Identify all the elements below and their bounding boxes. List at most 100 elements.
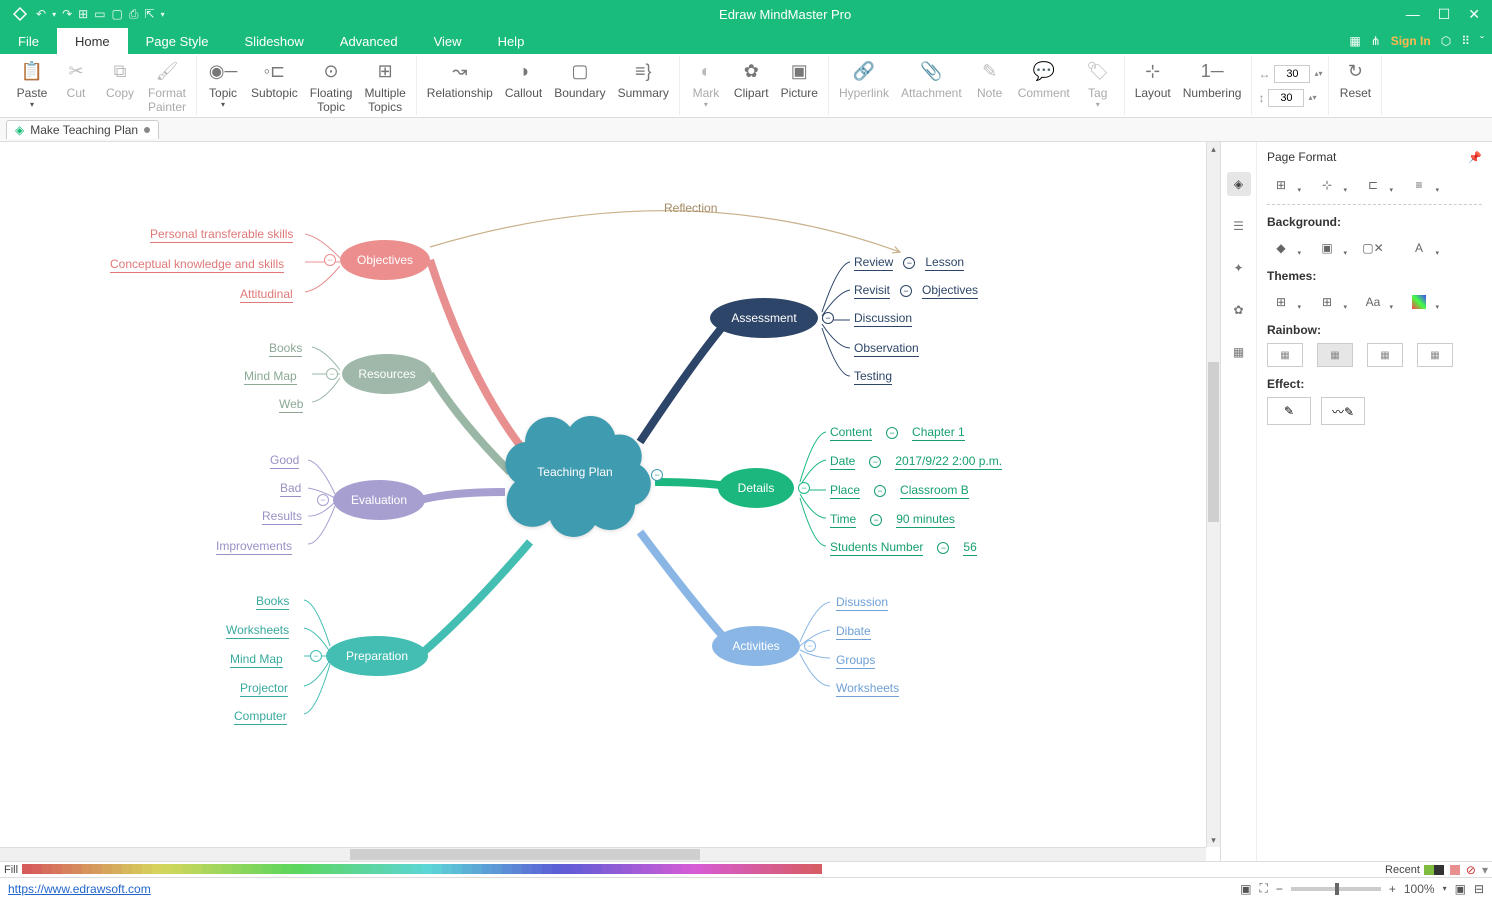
rainbow-1[interactable]: ▦ [1267,343,1303,367]
view-mode-1-icon[interactable]: ▣ [1455,882,1466,896]
zoom-pct[interactable]: 100% [1404,882,1435,896]
recent-color-1[interactable] [1424,865,1434,875]
preparation-child-1[interactable]: Worksheets [222,620,293,641]
minimize-icon[interactable]: — [1406,6,1420,23]
color-swatch[interactable] [172,864,182,874]
tab-help[interactable]: Help [480,28,543,54]
horizontal-scrollbar[interactable] [0,847,1206,861]
undo-dd-icon[interactable]: ▾ [52,10,56,19]
resources-child-2[interactable]: Web [275,394,307,415]
resources-child-1[interactable]: Mind Map [240,366,301,387]
rainbow-3[interactable]: ▦ [1367,343,1403,367]
color-swatch[interactable] [52,864,62,874]
vscroll-thumb[interactable] [1208,362,1219,522]
color-swatch[interactable] [492,864,502,874]
node-objectives[interactable]: Objectives [340,240,430,280]
color-swatch[interactable] [42,864,52,874]
pin-icon[interactable]: 📌 [1468,151,1482,164]
bg-fill[interactable]: ◆▾ [1267,237,1295,259]
color-swatch[interactable] [152,864,162,874]
node-details[interactable]: Details [718,468,794,508]
activities-child-1[interactable]: Dibate [832,621,875,642]
spacing-v-input[interactable] [1268,89,1304,107]
color-swatch[interactable] [702,864,712,874]
color-swatch[interactable] [402,864,412,874]
color-swatch[interactable] [102,864,112,874]
theme-font[interactable]: Aa▾ [1359,291,1387,313]
evaluation-child-1[interactable]: Bad [276,478,305,499]
view-mode-2-icon[interactable]: ⊟ [1474,882,1484,896]
rainbow-4[interactable]: ▦ [1417,343,1453,367]
grid-icon[interactable]: ⠿ [1461,34,1470,48]
color-swatch[interactable] [462,864,472,874]
color-swatch[interactable] [442,864,452,874]
color-swatch[interactable] [572,864,582,874]
color-swatch[interactable] [302,864,312,874]
color-swatch[interactable] [22,864,32,874]
color-swatch[interactable] [162,864,172,874]
preparation-child-4[interactable]: Computer [230,706,291,727]
layout-opt-4[interactable]: ≡▾ [1405,174,1433,196]
redo-icon[interactable]: ↷ [62,7,72,21]
color-swatch[interactable] [512,864,522,874]
color-swatch[interactable] [382,864,392,874]
layout-opt-2[interactable]: ⊹▾ [1313,174,1341,196]
color-swatch[interactable] [272,864,282,874]
comment-button[interactable]: 💬Comment [1014,58,1074,102]
node-resources[interactable]: Resources [342,354,432,394]
color-swatch[interactable] [332,864,342,874]
subtopic-button[interactable]: ◦⊏Subtopic [247,58,302,102]
summary-button[interactable]: ≡}Summary [614,58,673,102]
close-icon[interactable]: ✕ [1468,6,1480,23]
spacing-h-input[interactable] [1274,65,1310,83]
details-row-2[interactable]: Place−Classroom B [826,480,973,501]
color-picker-icon[interactable]: ▾ [1482,863,1488,877]
scroll-down-icon[interactable]: ▾ [1207,833,1220,847]
tab-view[interactable]: View [416,28,480,54]
assessment-row-0[interactable]: Review−Lesson [850,252,968,273]
color-swatch[interactable] [182,864,192,874]
sign-in-link[interactable]: Sign In [1391,34,1431,48]
color-swatch[interactable] [692,864,702,874]
format-painter-button[interactable]: 🖌Format Painter [144,58,190,117]
collapse-ribbon-icon[interactable]: ˇ [1480,34,1484,48]
color-swatch[interactable] [122,864,132,874]
sidetab-history-icon[interactable]: ▦ [1227,340,1251,364]
color-swatch[interactable] [372,864,382,874]
color-swatch[interactable] [222,864,232,874]
color-swatch[interactable] [792,864,802,874]
color-none-icon[interactable]: ⊘ [1466,863,1476,877]
evaluation-child-3[interactable]: Improvements [212,536,296,557]
color-swatch[interactable] [392,864,402,874]
color-swatch[interactable] [542,864,552,874]
details-collapse[interactable]: − [798,482,810,494]
callout-button[interactable]: ◑Callout [501,58,546,102]
zoom-out-icon[interactable]: − [1276,882,1283,896]
color-swatch[interactable] [562,864,572,874]
color-swatch[interactable] [242,864,252,874]
boundary-button[interactable]: ▢Boundary [550,58,609,102]
tab-home[interactable]: Home [57,28,128,54]
resources-child-0[interactable]: Books [265,338,306,359]
save-icon[interactable]: ▢ [112,7,123,21]
tab-page-style[interactable]: Page Style [128,28,227,54]
sidetab-clipart-icon[interactable]: ✿ [1227,298,1251,322]
cut-button[interactable]: ✂Cut [56,58,96,102]
tab-slideshow[interactable]: Slideshow [227,28,322,54]
color-swatch[interactable] [682,864,692,874]
open-icon[interactable]: ▭ [94,7,105,21]
effect-1[interactable]: ✎ [1267,397,1311,425]
objectives-child-1[interactable]: Conceptual knowledge and skills [106,254,288,275]
clipart-button[interactable]: ✿Clipart [730,58,773,102]
color-swatch[interactable] [602,864,612,874]
color-swatch[interactable] [552,864,562,874]
color-swatch[interactable] [142,864,152,874]
layout-opt-1[interactable]: ⊞▾ [1267,174,1295,196]
fit-width-icon[interactable]: ⛶ [1259,881,1267,896]
sidetab-icons-icon[interactable]: ✦ [1227,256,1251,280]
assessment-child-4[interactable]: Discussion [850,308,916,329]
activities-child-2[interactable]: Groups [832,650,879,671]
preparation-child-3[interactable]: Projector [236,678,292,699]
fit-page-icon[interactable]: ▣ [1240,882,1251,896]
bg-remove[interactable]: ▢✕ [1359,237,1387,259]
